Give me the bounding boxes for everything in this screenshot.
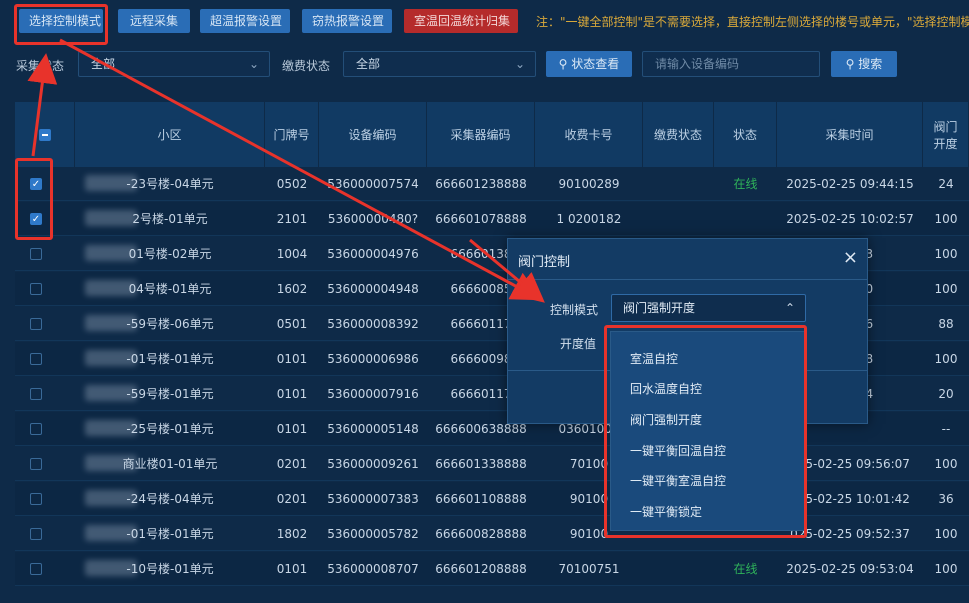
arrow-up-to-button: [27, 53, 58, 157]
annotation-arrows: [27, 38, 545, 303]
arrow-to-modal: [59, 38, 542, 301]
